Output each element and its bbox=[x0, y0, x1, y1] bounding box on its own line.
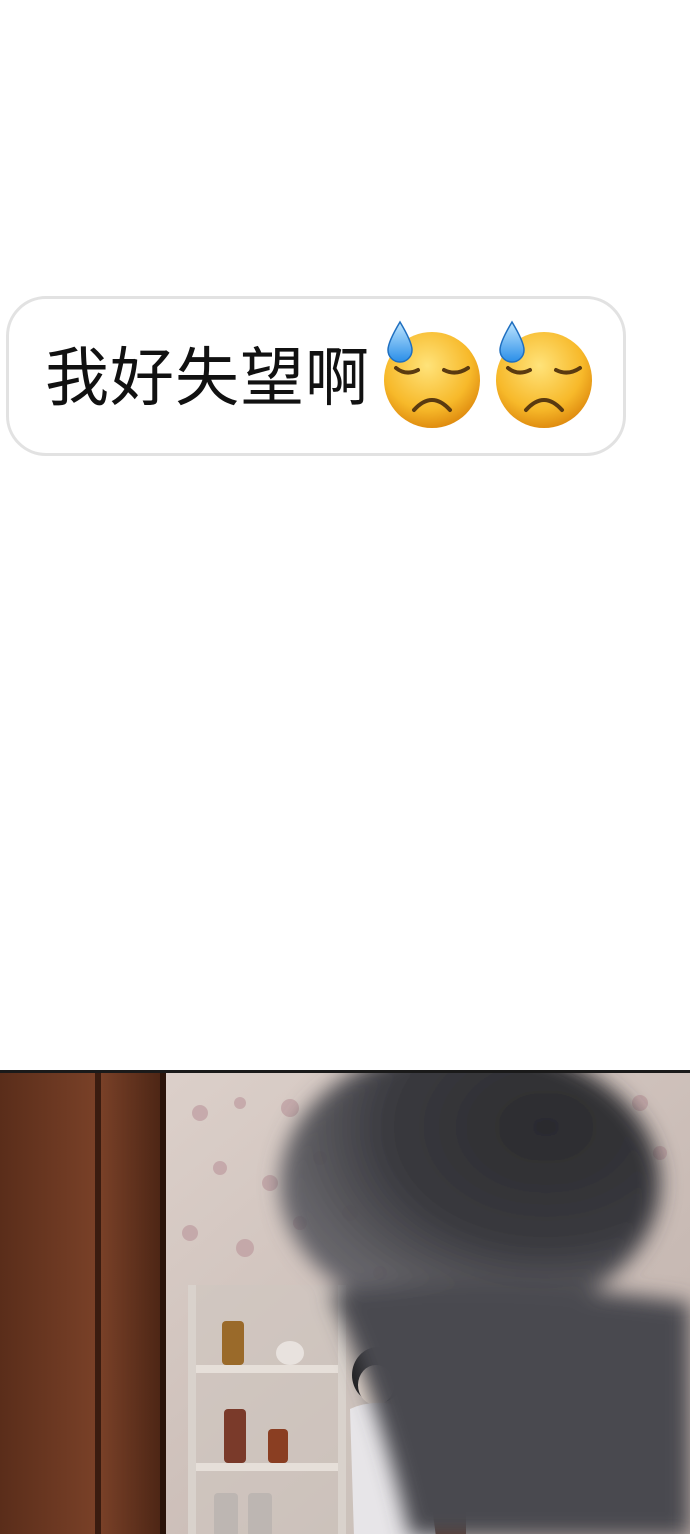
comic-panel bbox=[0, 1070, 690, 1534]
bubble-text: 我好失望啊 bbox=[45, 342, 370, 416]
comic-illustration bbox=[0, 1073, 690, 1534]
downcast-face-with-sweat-icon bbox=[384, 320, 480, 428]
downcast-face-with-sweat-icon bbox=[496, 320, 592, 428]
